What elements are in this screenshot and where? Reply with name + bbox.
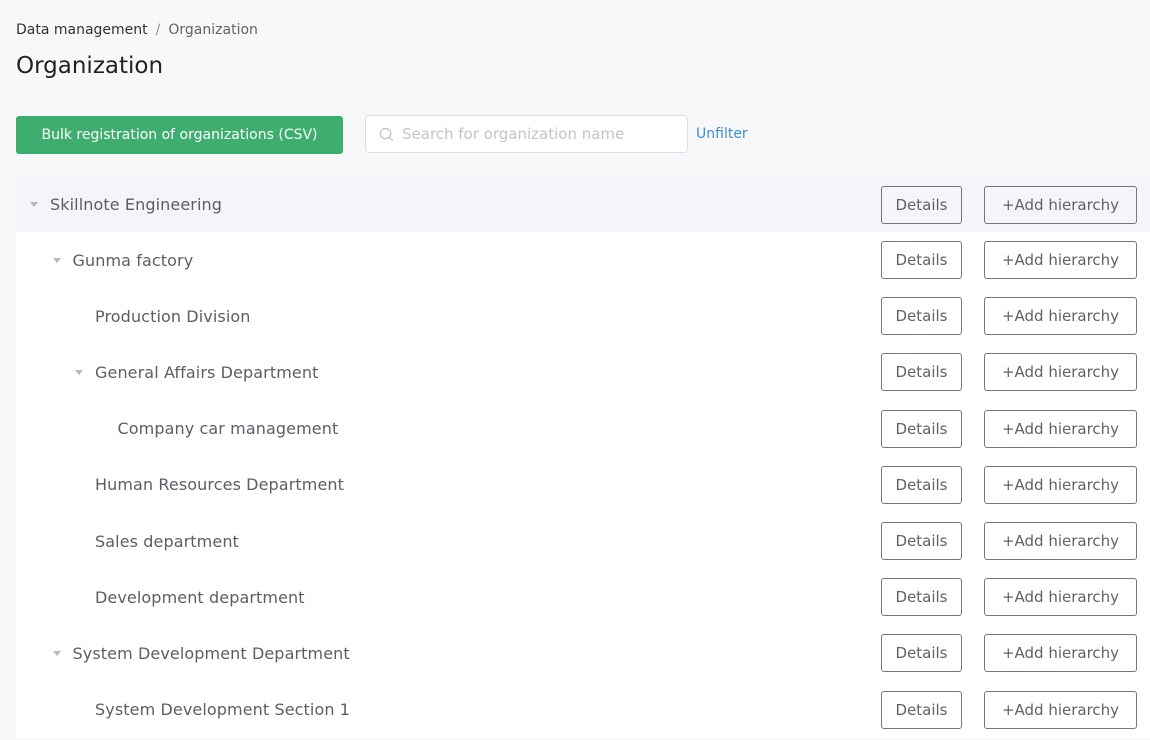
tree-node[interactable]: Development department Details +Add hierar… [16, 569, 1150, 625]
details-button[interactable]: Details [881, 297, 962, 336]
add-hierarchy-button[interactable]: +Add hierarchy [984, 465, 1137, 504]
caret-down-icon[interactable] [75, 369, 83, 375]
tree-node[interactable]: Production Division Details +Add hierarchy [16, 288, 1150, 344]
tree-node[interactable]: Company car management Details +Add hierar… [16, 401, 1150, 457]
tree-node-label: Gunma factory [72, 250, 194, 270]
details-button[interactable]: Details [881, 241, 962, 280]
details-button[interactable]: Details [881, 578, 962, 617]
tree-node-actions: Details +Add hierarchy [881, 690, 1137, 729]
tree-node-label: Sales department [95, 531, 239, 551]
tree-node-actions: Details +Add hierarchy [881, 522, 1137, 561]
tree-node-actions: Details +Add hierarchy [881, 297, 1137, 336]
details-button[interactable]: Details [881, 409, 962, 448]
add-hierarchy-button[interactable]: +Add hierarchy [984, 241, 1137, 280]
breadcrumb-separator: / [155, 22, 161, 38]
tree-node[interactable]: Human Resources Department Details +Add hi… [16, 457, 1150, 513]
caret-down-icon[interactable] [52, 257, 61, 263]
add-hierarchy-button[interactable]: +Add hierarchy [984, 690, 1137, 729]
tree-node-label: General Affairs Department [95, 362, 319, 382]
add-hierarchy-button[interactable]: +Add hierarchy [984, 409, 1137, 448]
tree-node-label: Production Division [95, 306, 251, 326]
details-button[interactable]: Details [881, 465, 962, 504]
tree-node-label: System Development Department [72, 643, 350, 663]
add-hierarchy-button[interactable]: +Add hierarchy [984, 522, 1137, 561]
details-button[interactable]: Details [881, 522, 962, 561]
tree-node-label: Human Resources Department [95, 475, 345, 495]
details-button[interactable]: Details [881, 634, 962, 673]
details-button[interactable]: Details [881, 690, 962, 729]
tree-node-actions: Details +Add hierarchy [881, 353, 1137, 392]
tree-node-actions: Details +Add hierarchy [881, 634, 1137, 673]
add-hierarchy-button[interactable]: +Add hierarchy [984, 634, 1137, 673]
tree-node[interactable]: System Development Section 1 Details +Add … [16, 682, 1150, 738]
tree-node-actions: Details +Add hierarchy [881, 185, 1137, 224]
add-hierarchy-button[interactable]: +Add hierarchy [984, 297, 1137, 336]
tree-node-actions: Details +Add hierarchy [881, 465, 1137, 504]
tree-node[interactable]: Skillnote Engineering Details +Add hierarc… [16, 177, 1150, 232]
organization-tree: Skillnote Engineering Details +Add hierarc… [16, 177, 1150, 738]
caret-down-icon[interactable] [52, 650, 61, 656]
details-button[interactable]: Details [881, 353, 962, 392]
tree-node-label: Development department [95, 587, 305, 607]
tree-node-actions: Details +Add hierarchy [881, 409, 1137, 448]
breadcrumb: Data management / Organization [16, 20, 258, 40]
details-button[interactable]: Details [881, 185, 962, 224]
page-title: Organization [16, 53, 164, 79]
tree-node[interactable]: Sales department Details +Add hierarchy [16, 513, 1150, 569]
toolbar: Bulk registration of organizations (CSV)… [16, 114, 748, 154]
search-icon [378, 126, 394, 142]
add-hierarchy-button[interactable]: +Add hierarchy [984, 353, 1137, 392]
tree-node[interactable]: System Development Department Details +Add… [16, 625, 1150, 681]
breadcrumb-item-data-management[interactable]: Data management [16, 20, 148, 40]
tree-node-actions: Details +Add hierarchy [881, 578, 1137, 617]
bulk-registration-csv-button[interactable]: Bulk registration of organizations (CSV) [16, 116, 343, 154]
tree-node-label: System Development Section 1 [95, 700, 351, 720]
tree-node-actions: Details +Add hierarchy [881, 241, 1137, 280]
unfilter-link[interactable]: Unfilter [696, 126, 748, 142]
tree-node-label: Skillnote Engineering [50, 195, 222, 214]
add-hierarchy-button[interactable]: +Add hierarchy [984, 578, 1137, 617]
tree-node-label: Company car management [117, 419, 339, 439]
caret-down-icon[interactable] [30, 202, 38, 207]
search-input[interactable] [402, 125, 672, 143]
tree-node[interactable]: General Affairs Department Details +Add hi… [16, 344, 1150, 400]
add-hierarchy-button[interactable]: +Add hierarchy [984, 185, 1137, 224]
search-box[interactable] [365, 115, 688, 153]
tree-node[interactable]: Gunma factory Details +Add hierarchy [16, 232, 1150, 288]
breadcrumb-item-organization: Organization [168, 22, 258, 38]
